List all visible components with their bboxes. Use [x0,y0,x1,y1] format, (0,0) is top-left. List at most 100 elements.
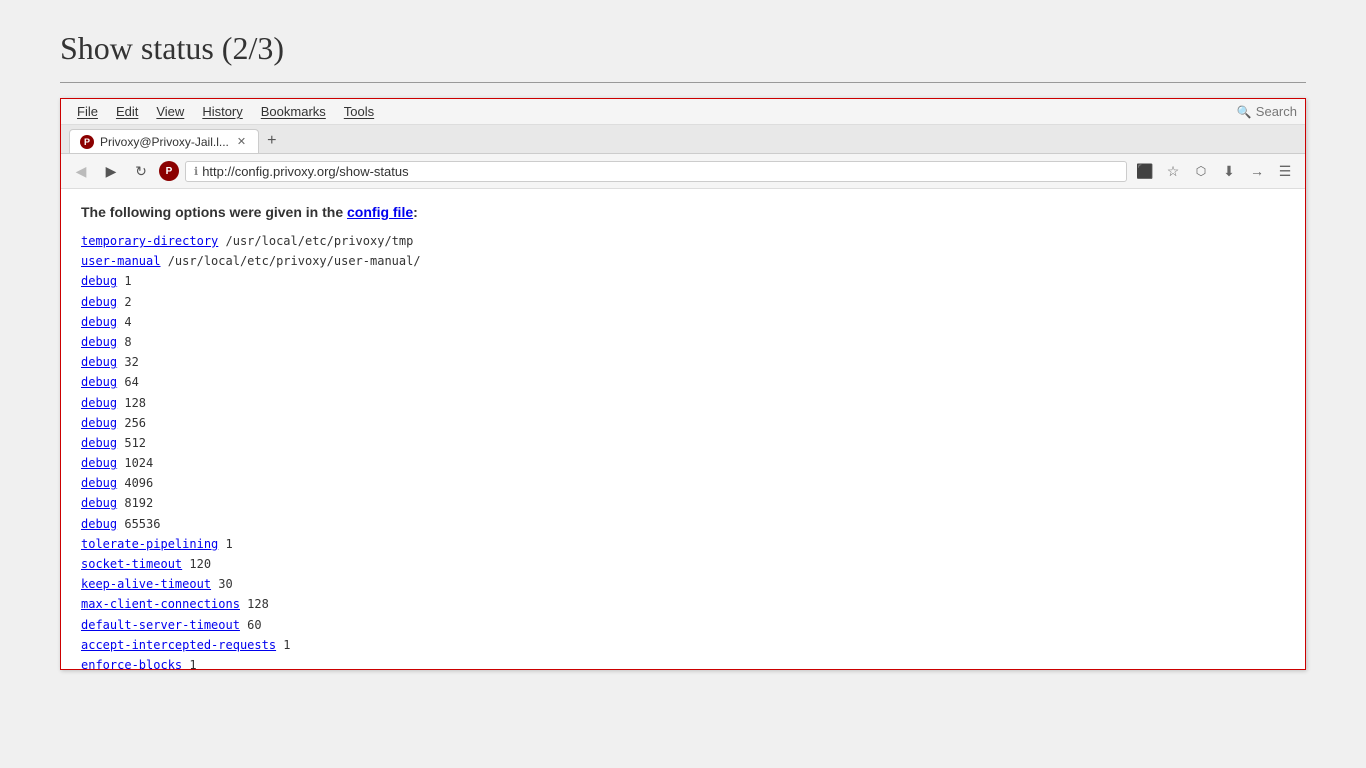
config-value: 64 [117,375,139,389]
active-tab[interactable]: P Privoxy@Privoxy-Jail.l... ✕ [69,129,259,153]
browser-content: The following options were given in the … [61,189,1305,669]
config-line: debug 128 [81,394,1285,413]
config-key[interactable]: debug [81,295,117,309]
config-value: 512 [117,436,146,450]
star-icon: ☆ [1167,163,1180,180]
config-line: socket-timeout 120 [81,555,1285,574]
config-key[interactable]: default-server-timeout [81,618,240,632]
pocket-button[interactable]: ⬡ [1189,159,1213,183]
config-key[interactable]: debug [81,315,117,329]
download-icon: ⬇ [1223,163,1235,180]
config-key[interactable]: debug [81,396,117,410]
tab-close-button[interactable]: ✕ [235,134,248,149]
config-key[interactable]: max-client-connections [81,597,240,611]
forward-icon: ▶ [106,163,117,180]
config-value: 128 [117,396,146,410]
menu-search-area: 🔍 Search [1237,104,1297,119]
config-value: 32 [117,355,139,369]
url-text: http://config.privoxy.org/show-status [202,164,1118,179]
back-button[interactable]: ◀ [69,159,93,183]
config-line: debug 1024 [81,454,1285,473]
menu-edit[interactable]: Edit [108,102,146,121]
page-title-area: Show status (2/3) [0,0,1366,82]
config-line: user-manual /usr/local/etc/privoxy/user-… [81,252,1285,271]
screen-icon: ⬛ [1136,163,1153,180]
config-line: debug 256 [81,414,1285,433]
back-icon: ◀ [76,163,87,180]
site-icon: P [159,161,179,181]
config-key[interactable]: debug [81,517,117,531]
config-value: 120 [182,557,211,571]
config-value: 60 [240,618,262,632]
config-key[interactable]: debug [81,375,117,389]
config-key[interactable]: debug [81,496,117,510]
config-value: 1 [276,638,290,652]
config-line: debug 64 [81,373,1285,392]
synced-tabs-button[interactable]: → [1245,159,1269,183]
config-line: debug 1 [81,272,1285,291]
config-value: 65536 [117,517,160,531]
config-line: debug 32 [81,353,1285,372]
config-key[interactable]: user-manual [81,254,160,268]
screen-button[interactable]: ⬛ [1133,159,1157,183]
config-value: 2 [117,295,131,309]
config-key[interactable]: debug [81,416,117,430]
config-line: debug 8192 [81,494,1285,513]
title-divider [60,82,1306,83]
config-key[interactable]: debug [81,335,117,349]
config-value: /usr/local/etc/privoxy/user-manual/ [160,254,420,268]
bookmark-star-button[interactable]: ☆ [1161,159,1185,183]
config-line: tolerate-pipelining 1 [81,535,1285,554]
config-line: debug 4 [81,313,1285,332]
tab-favicon: P [80,135,94,149]
tab-bar: P Privoxy@Privoxy-Jail.l... ✕ + [61,125,1305,154]
config-value: 1 [117,274,131,288]
refresh-button[interactable]: ↻ [129,159,153,183]
config-value: 30 [211,577,233,591]
browser-window: File Edit View History Bookmarks Tools 🔍… [60,98,1306,670]
pocket-icon: ⬡ [1196,164,1206,178]
menu-bar: File Edit View History Bookmarks Tools 🔍… [61,99,1305,125]
menu-tools[interactable]: Tools [336,102,382,121]
config-key[interactable]: keep-alive-timeout [81,577,211,591]
config-key[interactable]: debug [81,355,117,369]
config-file-link[interactable]: config file [347,204,413,220]
search-label: Search [1256,104,1297,119]
config-key[interactable]: debug [81,476,117,490]
menu-button[interactable]: ☰ [1273,159,1297,183]
menu-bookmarks[interactable]: Bookmarks [253,102,334,121]
config-key[interactable]: debug [81,274,117,288]
config-line: temporary-directory /usr/local/etc/privo… [81,232,1285,251]
content-heading: The following options were given in the … [81,204,1285,220]
config-key[interactable]: tolerate-pipelining [81,537,218,551]
config-line: default-server-timeout 60 [81,616,1285,635]
config-value: 4 [117,315,131,329]
forward-button[interactable]: ▶ [99,159,123,183]
menu-file[interactable]: File [69,102,106,121]
heading-end: : [413,204,418,220]
config-key[interactable]: temporary-directory [81,234,218,248]
url-bar[interactable]: ℹ http://config.privoxy.org/show-status [185,161,1127,182]
config-key[interactable]: accept-intercepted-requests [81,638,276,652]
heading-text: The following options were given in the [81,204,347,220]
config-value: 8 [117,335,131,349]
tab-label: Privoxy@Privoxy-Jail.l... [100,135,229,149]
download-button[interactable]: ⬇ [1217,159,1241,183]
config-key[interactable]: enforce-blocks [81,658,182,669]
config-key[interactable]: socket-timeout [81,557,182,571]
config-line: debug 512 [81,434,1285,453]
config-line: keep-alive-timeout 30 [81,575,1285,594]
config-line: debug 8 [81,333,1285,352]
address-bar: ◀ ▶ ↻ P ℹ http://config.privoxy.org/show… [61,154,1305,189]
config-value: 8192 [117,496,153,510]
menu-view[interactable]: View [148,102,192,121]
config-value: 1024 [117,456,153,470]
new-tab-button[interactable]: + [261,131,282,151]
synced-icon: → [1250,163,1264,179]
config-line: debug 4096 [81,474,1285,493]
config-value: 4096 [117,476,153,490]
config-key[interactable]: debug [81,436,117,450]
config-line: accept-intercepted-requests 1 [81,636,1285,655]
menu-history[interactable]: History [194,102,250,121]
config-key[interactable]: debug [81,456,117,470]
